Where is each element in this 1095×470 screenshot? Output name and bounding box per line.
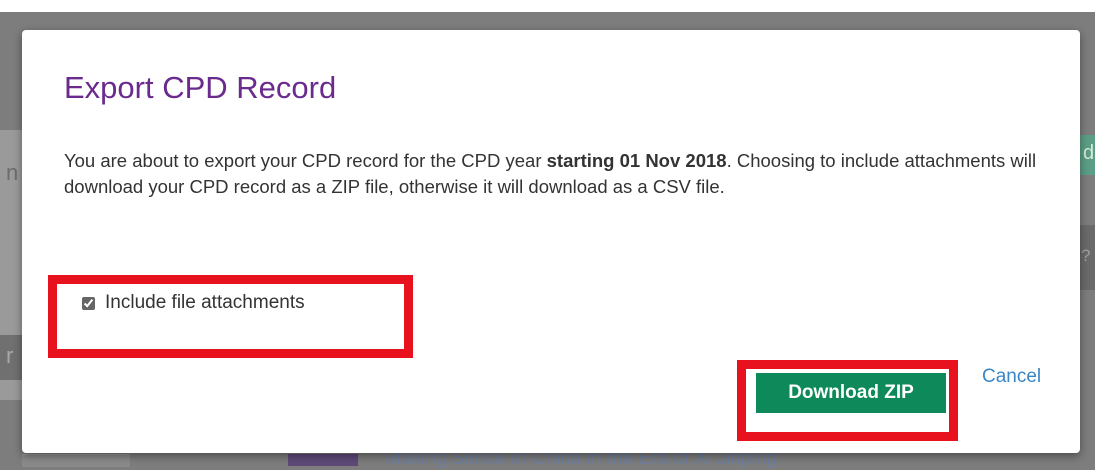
- background-left-text: n: [6, 160, 19, 185]
- background-thumbnail: [288, 454, 358, 466]
- include-attachments-option[interactable]: Include file attachments: [82, 292, 305, 314]
- background-help-icon: ?: [1081, 246, 1091, 265]
- page-header-strip: [0, 0, 1095, 12]
- background-right-button-text: d: [1083, 142, 1095, 164]
- download-zip-button[interactable]: Download ZIP: [756, 373, 946, 413]
- include-attachments-label: Include file attachments: [105, 292, 305, 313]
- modal-title: Export CPD Record: [64, 70, 337, 105]
- include-attachments-checkbox[interactable]: [82, 296, 95, 310]
- message-cpd-year-start: starting 01 Nov 2018: [546, 150, 727, 171]
- background-left-button-text: r: [6, 343, 14, 368]
- cancel-link[interactable]: Cancel: [982, 366, 1041, 388]
- background-bottom-tab: [22, 454, 130, 467]
- modal-message: You are about to export your CPD record …: [64, 148, 1064, 200]
- message-prefix: You are about to export your CPD record …: [64, 150, 547, 171]
- export-cpd-modal: Export CPD Record You are about to expor…: [22, 30, 1080, 453]
